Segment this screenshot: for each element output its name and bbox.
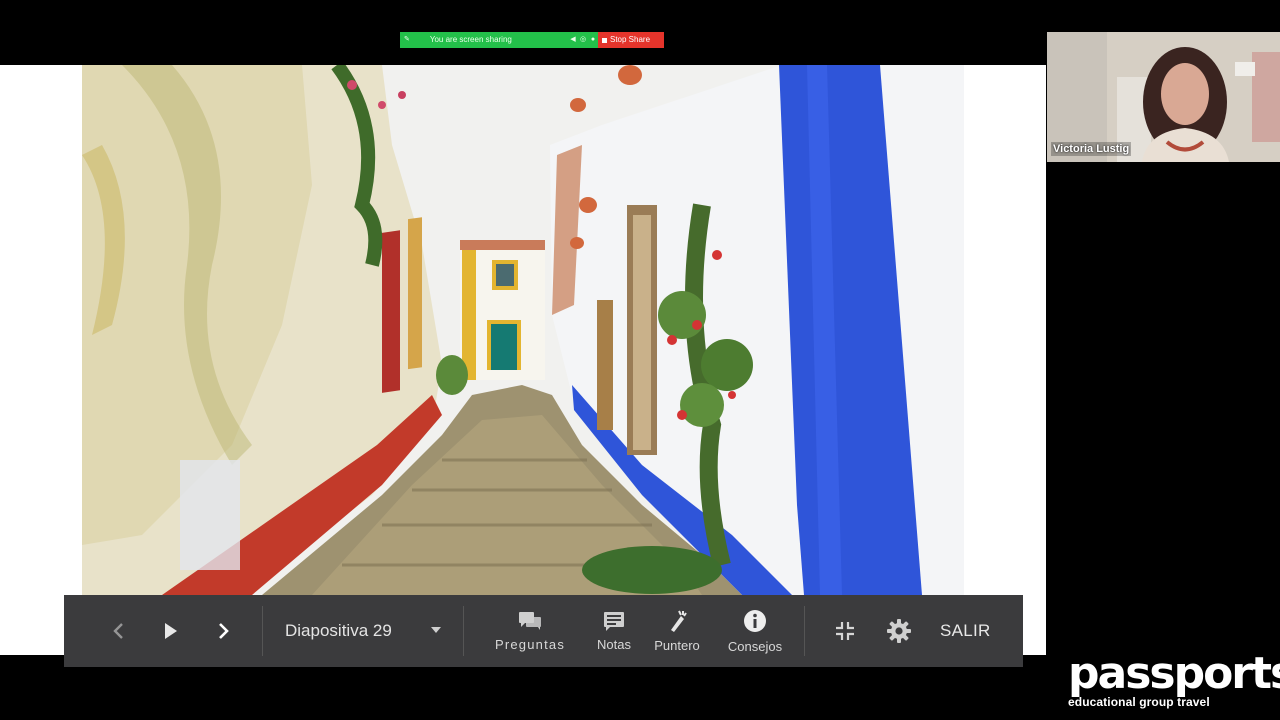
sharing-status-bar: ✎ You are screen sharing ◀ ◎ ● [400, 32, 598, 48]
questions-button[interactable]: Preguntas [480, 595, 580, 667]
current-slide-label: Diapositiva 29 [285, 621, 392, 640]
stop-icon [602, 37, 607, 43]
previous-slide-button[interactable] [91, 595, 144, 667]
pointer-button[interactable]: Puntero [644, 595, 710, 667]
settings-button[interactable] [872, 595, 926, 667]
laser-pointer-icon [671, 610, 687, 632]
divider [463, 606, 464, 656]
slide-image [82, 65, 964, 595]
exit-fullscreen-button[interactable] [818, 595, 872, 667]
pointer-label: Puntero [654, 637, 700, 653]
play-button[interactable] [144, 595, 197, 667]
video-icon[interactable]: ◎ [578, 32, 588, 48]
play-icon [164, 623, 177, 639]
participant-video-tile[interactable]: Victoria Lustig [1047, 32, 1280, 162]
slideshow-control-bar: Diapositiva 29 Preguntas Notas Puntero C… [64, 595, 1023, 667]
stop-share-label: Stop Share [610, 35, 651, 44]
participant-name-label: Victoria Lustig [1051, 142, 1132, 156]
shield-icon[interactable]: ● [588, 32, 598, 48]
slide-selector-dropdown[interactable]: Diapositiva 29 [263, 595, 463, 667]
sharing-status-text: You are screen sharing [429, 35, 512, 44]
chat-bubbles-icon [519, 611, 541, 630]
brand-name: passports [1068, 648, 1280, 699]
info-icon [744, 609, 766, 632]
brand-logo: passports educational group travel [1068, 648, 1280, 710]
divider [804, 606, 805, 656]
street-photo-illustration [82, 65, 964, 595]
mute-icon[interactable]: ◀ [568, 32, 578, 48]
next-slide-button[interactable] [197, 595, 250, 667]
chevron-down-icon [431, 627, 441, 633]
chevron-right-icon [218, 623, 229, 639]
notes-label: Notas [597, 636, 631, 652]
tips-label: Consejos [727, 638, 783, 654]
questions-label: Preguntas [494, 636, 566, 652]
tips-button[interactable]: Consejos [716, 595, 794, 667]
chevron-left-icon [112, 623, 123, 639]
screen-share-banner: ✎ You are screen sharing ◀ ◎ ● Stop Shar… [400, 32, 664, 48]
notes-icon [604, 611, 624, 631]
exit-slideshow-button[interactable]: SALIR [940, 621, 991, 641]
stop-share-button[interactable]: Stop Share [598, 32, 664, 48]
exit-fullscreen-icon [836, 622, 854, 640]
notes-button[interactable]: Notas [584, 595, 644, 667]
gear-icon [887, 619, 911, 643]
share-indicator-icon: ✎ [404, 36, 410, 43]
shared-screen [0, 65, 1046, 655]
